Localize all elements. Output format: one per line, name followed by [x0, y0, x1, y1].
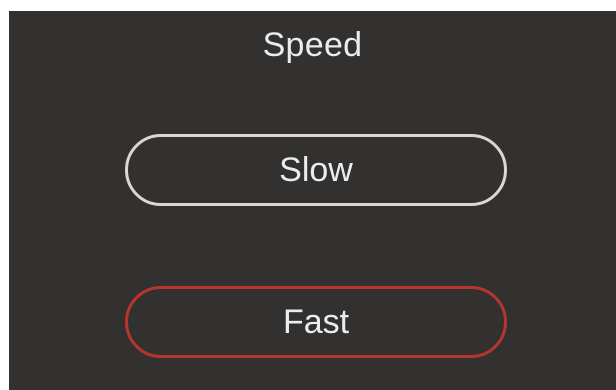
screen-title: Speed — [262, 26, 363, 64]
speed-option-slow-button[interactable]: Slow — [125, 134, 507, 206]
speed-option-fast-button[interactable]: Fast — [125, 286, 507, 358]
speed-screen: Speed Slow Fast — [9, 11, 616, 390]
